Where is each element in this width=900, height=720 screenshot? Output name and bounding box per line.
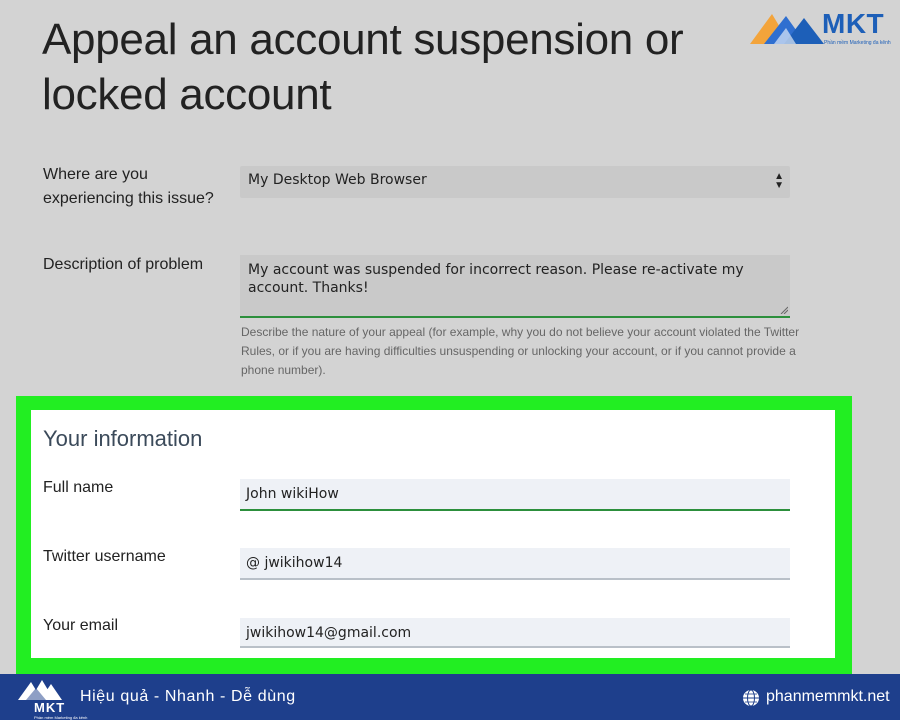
brand-tagline: Hiệu quả - Nhanh - Dễ dùng — [80, 688, 296, 705]
brand-footer: MKT Phần mềm Marketing đa kênh Hiệu quả … — [0, 674, 900, 720]
description-value: My account was suspended for incorrect r… — [248, 262, 744, 296]
email-label: Your email — [43, 617, 119, 634]
description-textarea[interactable]: My account was suspended for incorrect r… — [240, 255, 790, 318]
description-label: Description of problem — [43, 256, 204, 273]
platform-select-value: My Desktop Web Browser — [248, 172, 427, 188]
updown-arrow-icon: ▲ ▼ — [774, 171, 784, 191]
mountain-logo-icon — [18, 680, 62, 700]
page-title: Appeal an account suspension or locked a… — [42, 15, 684, 119]
brand-logo-text: MKT — [822, 8, 885, 39]
brand-logo-subtitle: Phần mềm Marketing đa kênh — [824, 40, 891, 46]
email-value: jwikihow14@gmail.com — [246, 625, 412, 641]
full-name-input[interactable]: John wikiHow — [240, 479, 790, 511]
brand-website[interactable]: phanmemmkt.net — [766, 688, 890, 706]
username-value: @ jwikihow14 — [246, 555, 343, 571]
footer-logo: MKT Phần mềm Marketing đa kênh — [14, 678, 87, 720]
full-name-label: Full name — [43, 479, 114, 496]
footer-logo-text: MKT — [34, 700, 66, 715]
mountain-logo-icon — [750, 14, 824, 44]
description-help-text: Describe the nature of your appeal (for … — [241, 325, 800, 377]
username-input[interactable]: @ jwikihow14 — [240, 548, 790, 580]
resize-grip-icon[interactable] — [780, 306, 788, 314]
platform-select[interactable]: My Desktop Web Browser ▲ ▼ — [240, 166, 790, 198]
footer-logo-subtitle: Phần mềm Marketing đa kênh — [34, 715, 88, 720]
globe-icon — [743, 689, 759, 707]
brand-logo: MKT Phần mềm Marketing đa kênh — [750, 8, 895, 48]
full-name-value: John wikiHow — [246, 486, 339, 502]
email-input[interactable]: jwikihow14@gmail.com — [240, 618, 790, 648]
platform-label: Where are you experiencing this issue? — [43, 166, 214, 207]
section-heading: Your information — [43, 426, 203, 451]
username-label: Twitter username — [43, 548, 166, 565]
